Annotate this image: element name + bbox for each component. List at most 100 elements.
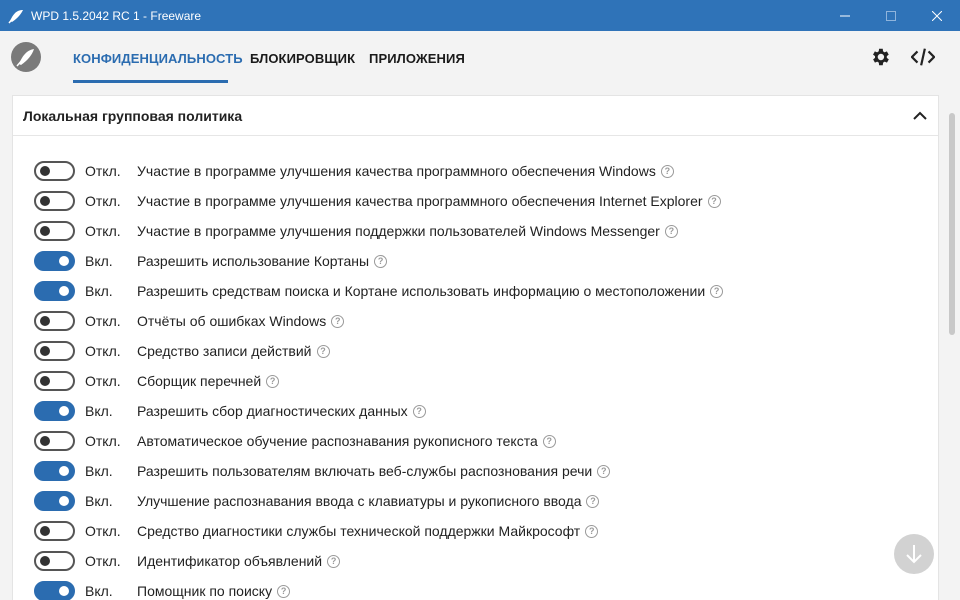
app-icon <box>8 9 23 23</box>
toggle-switch[interactable] <box>34 491 75 511</box>
setting-text: Автоматическое обучение распознавания ру… <box>137 433 538 449</box>
setting-label: Разрешить пользователям включать веб-слу… <box>137 463 611 479</box>
settings-button[interactable] <box>868 45 892 69</box>
setting-text: Разрешить использование Кортаны <box>137 253 370 269</box>
help-icon[interactable]: ? <box>597 464 611 478</box>
toggle-switch[interactable] <box>34 551 75 571</box>
setting-text: Участие в программе улучшения качества п… <box>137 163 656 179</box>
help-icon[interactable]: ? <box>660 164 674 178</box>
toggle-state-label: Откл. <box>85 223 121 239</box>
toggle-knob <box>40 316 50 326</box>
setting-label: Разрешить использование Кортаны? <box>137 253 388 269</box>
help-icon[interactable]: ? <box>710 284 724 298</box>
settings-list: Откл. Участие в программе улучшения качес… <box>13 156 938 600</box>
setting-label: Идентификатор объявлений? <box>137 553 341 569</box>
toggle-state-label: Откл. <box>85 433 121 449</box>
logo-icon[interactable] <box>11 42 41 72</box>
setting-text: Помощник по поиску <box>137 583 273 599</box>
toggle-switch[interactable] <box>34 191 75 211</box>
minimize-icon <box>840 15 850 16</box>
toggle-switch[interactable] <box>34 461 75 481</box>
code-icon <box>911 48 935 66</box>
toggle-state-label: Вкл. <box>85 403 113 419</box>
toggle-state-label: Вкл. <box>85 583 113 599</box>
tab-privacy[interactable]: КОНФИДЕНЦИАЛЬНОСТЬ <box>73 51 243 66</box>
help-icon[interactable]: ? <box>707 194 721 208</box>
toggle-switch[interactable] <box>34 251 75 271</box>
scroll-down-button[interactable] <box>894 534 934 574</box>
toggle-knob <box>40 226 50 236</box>
setting-row: Откл. Участие в программе улучшения качес… <box>13 156 938 186</box>
help-icon[interactable]: ? <box>586 494 600 508</box>
tab-apps[interactable]: ПРИЛОЖЕНИЯ <box>369 51 465 66</box>
setting-row: Вкл. Помощник по поиску? <box>13 576 938 600</box>
toggle-state-label: Вкл. <box>85 493 113 509</box>
toggle-state-label: Откл. <box>85 343 121 359</box>
setting-text: Разрешить средствам поиска и Кортане исп… <box>137 283 706 299</box>
toggle-switch[interactable] <box>34 341 75 361</box>
app-header: КОНФИДЕНЦИАЛЬНОСТЬ БЛОКИРОВЩИК ПРИЛОЖЕНИ… <box>0 31 960 87</box>
toggle-switch[interactable] <box>34 521 75 541</box>
help-icon[interactable]: ? <box>316 344 330 358</box>
help-icon[interactable]: ? <box>664 224 678 238</box>
help-icon[interactable]: ? <box>331 314 345 328</box>
toggle-knob <box>40 436 50 446</box>
scrollbar[interactable] <box>944 95 960 600</box>
window-title: WPD 1.5.2042 RC 1 - Freeware <box>31 8 202 23</box>
chevron-up-icon[interactable] <box>912 108 928 124</box>
setting-row: Откл. Участие в программе улучшения качес… <box>13 186 938 216</box>
setting-row: Вкл. Улучшение распознавания ввода с клав… <box>13 486 938 516</box>
gear-icon <box>873 48 889 66</box>
toggle-switch[interactable] <box>34 221 75 241</box>
setting-row: Откл. Отчёты об ошибках Windows? <box>13 306 938 336</box>
setting-row: Вкл. Разрешить использование Кортаны? <box>13 246 938 276</box>
help-icon[interactable]: ? <box>542 434 556 448</box>
setting-row: Откл. Средство диагностики службы техниче… <box>13 516 938 546</box>
toggle-switch[interactable] <box>34 401 75 421</box>
toggle-switch[interactable] <box>34 311 75 331</box>
toggle-state-label: Вкл. <box>85 253 113 269</box>
maximize-button[interactable] <box>868 0 914 31</box>
toggle-knob <box>40 376 50 386</box>
setting-label: Разрешить сбор диагностических данных? <box>137 403 426 419</box>
help-icon[interactable]: ? <box>374 254 388 268</box>
setting-label: Средство диагностики службы технической … <box>137 523 599 539</box>
scrollbar-thumb[interactable] <box>949 113 955 335</box>
setting-text: Разрешить пользователям включать веб-слу… <box>137 463 593 479</box>
setting-row: Откл. Автоматическое обучение распознаван… <box>13 426 938 456</box>
help-icon[interactable]: ? <box>266 374 280 388</box>
toggle-switch[interactable] <box>34 281 75 301</box>
toggle-knob <box>59 586 69 596</box>
panel-header[interactable]: Локальная групповая политика <box>13 96 938 136</box>
setting-label: Улучшение распознавания ввода с клавиату… <box>137 493 600 509</box>
toggle-state-label: Откл. <box>85 523 121 539</box>
setting-label: Участие в программе улучшения качества п… <box>137 193 721 209</box>
toggle-switch[interactable] <box>34 161 75 181</box>
tab-blocker[interactable]: БЛОКИРОВЩИК <box>250 51 355 66</box>
toggle-switch[interactable] <box>34 581 75 600</box>
close-button[interactable] <box>914 0 960 31</box>
toggle-knob <box>40 556 50 566</box>
setting-row: Вкл. Разрешить средствам поиска и Кортане… <box>13 276 938 306</box>
toggle-knob <box>40 166 50 176</box>
toggle-knob <box>59 406 69 416</box>
minimize-button[interactable] <box>822 0 868 31</box>
help-icon[interactable]: ? <box>277 584 291 598</box>
setting-text: Отчёты об ошибках Windows <box>137 313 327 329</box>
help-icon[interactable]: ? <box>412 404 426 418</box>
toggle-knob <box>59 496 69 506</box>
setting-label: Отчёты об ошибках Windows? <box>137 313 345 329</box>
setting-label: Помощник по поиску? <box>137 583 291 599</box>
help-icon[interactable]: ? <box>585 524 599 538</box>
active-tab-indicator <box>73 80 228 83</box>
toggle-knob <box>59 286 69 296</box>
help-icon[interactable]: ? <box>327 554 341 568</box>
setting-label: Участие в программе улучшения поддержки … <box>137 223 678 239</box>
toggle-switch[interactable] <box>34 371 75 391</box>
toggle-knob <box>40 526 50 536</box>
setting-row: Откл. Сборщик перечней? <box>13 366 938 396</box>
setting-text: Улучшение распознавания ввода с клавиату… <box>137 493 582 509</box>
toggle-switch[interactable] <box>34 431 75 451</box>
code-button[interactable] <box>911 45 935 69</box>
policy-panel: Локальная групповая политика Откл. Участи… <box>12 95 939 600</box>
